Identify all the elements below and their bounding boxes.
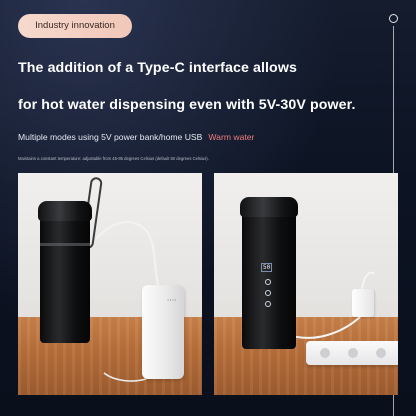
temperature-button-icon [265,290,271,296]
socket-2 [348,348,358,358]
bottle-cap [38,201,92,221]
headline-line-1: The addition of a Type-C interface allow… [18,60,297,76]
heated-bottle [38,201,92,343]
usb-charger [352,289,374,317]
temperature-note: Maintains a constant temperature: adjust… [18,156,209,161]
photo-usb-charger-setup: 50 [214,173,398,395]
warm-water-highlight: Warm water [208,132,255,142]
power-bank: •••• [142,285,184,379]
category-badge: Industry innovation [18,14,132,38]
temperature-display: 50 [261,263,273,272]
power-button-icon [265,301,271,307]
photo-powerbank-setup: •••• [18,173,202,395]
mode-button-icon [265,279,271,285]
headline-line-2: for hot water dispensing even with 5V-30… [18,97,356,113]
power-bank-indicator-dots: •••• [167,297,177,302]
power-strip [306,341,398,365]
modes-description: Multiple modes using 5V power bank/home … [18,132,254,142]
socket-3 [376,348,386,358]
bottle-ring [40,243,90,246]
modes-text: Multiple modes using 5V power bank/home … [18,132,203,142]
socket-1 [320,348,330,358]
ring-indicator-icon [389,14,398,23]
bottle-cap [240,197,298,217]
